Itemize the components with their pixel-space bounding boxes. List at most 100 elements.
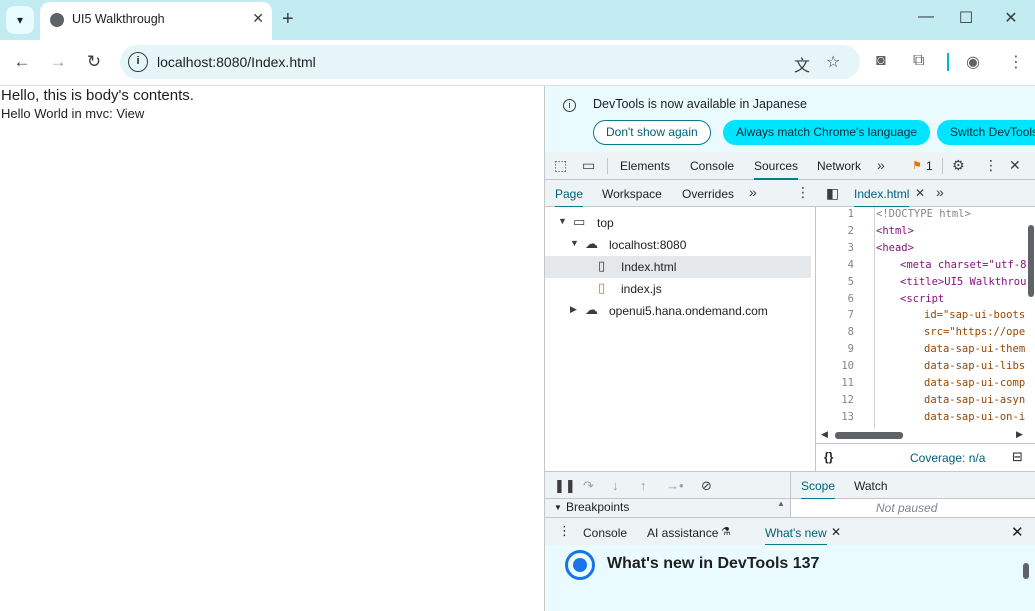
drawer-tab-ai-assistance[interactable]: AI assistance	[647, 526, 718, 540]
deactivate-breakpoints-icon[interactable]: ⊘	[701, 478, 712, 494]
more-subtabs-icon[interactable]: »	[749, 184, 757, 200]
camera-icon[interactable]: ◙	[876, 52, 886, 70]
pane-scroll-icon[interactable]: ▲	[777, 499, 785, 508]
expanded-arrow-icon[interactable]: ▼	[554, 503, 562, 512]
tab-elements[interactable]: Elements	[620, 159, 670, 173]
line-number[interactable]: 8	[816, 326, 854, 338]
tree-item-top[interactable]: ▼ ▭ top	[545, 212, 811, 234]
line-number[interactable]: 10	[816, 360, 854, 372]
tab-scope[interactable]: Scope	[801, 479, 836, 500]
tab-watch[interactable]: Watch	[854, 479, 888, 493]
line-number[interactable]: 7	[816, 309, 854, 321]
line-number[interactable]: 1	[816, 208, 854, 220]
toggle-navigator-icon[interactable]: ◧	[826, 185, 839, 202]
close-editor-tab-icon[interactable]: ✕	[915, 186, 925, 200]
breakpoints-section[interactable]: ▼ Breakpoints ▲	[545, 499, 790, 517]
scroll-right-icon[interactable]: ▶	[1016, 429, 1023, 440]
code-line: data-sap-ui-them	[924, 343, 1026, 356]
expanded-arrow-icon[interactable]: ▼	[558, 216, 567, 226]
line-number[interactable]: 5	[816, 276, 854, 288]
tree-item-label: localhost:8080	[609, 238, 687, 252]
close-window-button[interactable]: ✕	[996, 8, 1026, 28]
close-drawer-icon[interactable]: ✕	[1011, 523, 1024, 541]
menu-kebab-icon[interactable]: ⋮	[1008, 52, 1024, 72]
pretty-print-icon[interactable]: {}	[824, 450, 833, 464]
editor-tab-index-html[interactable]: Index.html	[854, 187, 910, 208]
new-tab-button[interactable]: +	[282, 7, 294, 31]
file-navigator: ▼ ▭ top ▼ ☁ localhost:8080 ▯ Index.html …	[545, 207, 816, 471]
expanded-arrow-icon[interactable]: ▼	[570, 238, 579, 248]
close-whats-new-icon[interactable]: ✕	[831, 525, 841, 539]
maximize-button[interactable]: ☐	[951, 8, 981, 28]
site-info-icon[interactable]: i	[128, 52, 148, 72]
scope-watch-tabbar: Scope Watch	[790, 471, 1035, 500]
body-text: Hello, this is body's contents.	[1, 87, 194, 104]
drawer-scrollbar[interactable]	[1023, 563, 1029, 579]
step-out-icon[interactable]: ↑	[640, 478, 647, 493]
scroll-left-icon[interactable]: ◀	[821, 429, 828, 440]
tree-item-index-js[interactable]: ▯ index.js	[545, 278, 811, 300]
profile-avatar-icon[interactable]: ◉	[966, 52, 980, 72]
code-line: data-sap-ui-on-i	[924, 410, 1026, 423]
tree-item-localhost[interactable]: ▼ ☁ localhost:8080	[545, 234, 811, 256]
extensions-icon[interactable]: ⧉	[913, 52, 924, 70]
line-number[interactable]: 2	[816, 225, 854, 237]
reload-icon[interactable]: ↻	[82, 51, 106, 75]
code-line: src="https://ope	[924, 326, 1026, 339]
tab-search-chevron-down-icon[interactable]: ▾	[6, 6, 34, 34]
inspect-element-icon[interactable]: ⬚	[554, 157, 567, 174]
tree-item-index-html[interactable]: ▯ Index.html	[545, 256, 811, 278]
drawer-tab-console[interactable]: Console	[583, 526, 627, 540]
line-number[interactable]: 13	[816, 411, 854, 423]
browser-tab[interactable]: UI5 Walkthrough ✕	[40, 2, 272, 40]
always-match-language-button[interactable]: Always match Chrome's language	[723, 120, 931, 145]
line-number[interactable]: 12	[816, 394, 854, 406]
bookmark-star-icon[interactable]: ☆	[826, 52, 840, 72]
step-over-icon[interactable]: ↷	[583, 478, 594, 494]
show-drawer-icon[interactable]: ⊟	[1012, 449, 1023, 465]
settings-gear-icon[interactable]: ⚙	[952, 157, 965, 174]
line-number[interactable]: 3	[816, 242, 854, 254]
line-number[interactable]: 6	[816, 293, 854, 305]
issues-flag-icon[interactable]: ⚑	[912, 159, 922, 172]
device-toolbar-icon[interactable]: ▭	[582, 157, 595, 174]
back-arrow-icon[interactable]: ←	[10, 51, 34, 75]
more-tabs-icon[interactable]: »	[877, 157, 885, 173]
subtab-page[interactable]: Page	[555, 187, 584, 208]
tab-network[interactable]: Network	[817, 159, 861, 173]
code-editor[interactable]: 1 <!DOCTYPE html> 2 <html> 3 <head> 4 <meta cha…	[816, 207, 1035, 429]
editor-vertical-scrollbar[interactable]	[1028, 225, 1034, 297]
navigator-menu-icon[interactable]: ⋮	[796, 184, 810, 201]
address-bar[interactable]: i localhost:8080/Index.html 文 ☆	[120, 45, 860, 79]
tab-close-icon[interactable]: ✕	[252, 10, 264, 27]
step-icon[interactable]: →•	[666, 478, 684, 493]
tab-console[interactable]: Console	[690, 159, 734, 173]
translate-icon[interactable]: 文	[794, 52, 810, 76]
tree-item-label: openui5.hana.ondemand.com	[609, 304, 768, 318]
pause-icon[interactable]: ❚❚	[554, 478, 576, 494]
devtools-tabbar: ⬚ ▭ Elements Console Sources Network » ⚑…	[545, 152, 1035, 180]
tab-sources[interactable]: Sources	[754, 159, 799, 180]
close-devtools-icon[interactable]: ✕	[1009, 157, 1021, 174]
devtools-menu-icon[interactable]: ⋮	[984, 157, 998, 174]
dont-show-again-button[interactable]: Don't show again	[593, 120, 711, 145]
line-number[interactable]: 9	[816, 343, 854, 355]
collapsed-arrow-icon[interactable]: ▶	[570, 304, 577, 315]
subtab-workspace[interactable]: Workspace	[602, 187, 662, 201]
drawer-tab-whats-new[interactable]: What's new	[765, 526, 827, 546]
issues-count[interactable]: 1	[926, 159, 933, 173]
line-number[interactable]: 4	[816, 259, 854, 271]
switch-devtools-button[interactable]: Switch DevTools	[937, 120, 1035, 145]
drawer-menu-icon[interactable]: ⋮	[558, 523, 571, 539]
file-icon: ▯	[598, 258, 606, 273]
step-into-icon[interactable]: ↓	[612, 478, 619, 493]
url-text[interactable]: localhost:8080/Index.html	[157, 54, 316, 70]
debugger-toolbar: ❚❚ ↷ ↓ ↑ →• ⊘	[545, 471, 790, 499]
forward-arrow-icon[interactable]: →	[46, 51, 70, 75]
editor-horizontal-scrollbar[interactable]	[835, 432, 903, 439]
tree-item-openui5[interactable]: ▶ ☁ openui5.hana.ondemand.com	[545, 300, 811, 322]
minimize-button[interactable]: —	[911, 8, 941, 26]
line-number[interactable]: 11	[816, 377, 854, 389]
subtab-overrides[interactable]: Overrides	[682, 187, 734, 201]
more-editor-tabs-icon[interactable]: »	[936, 184, 944, 200]
